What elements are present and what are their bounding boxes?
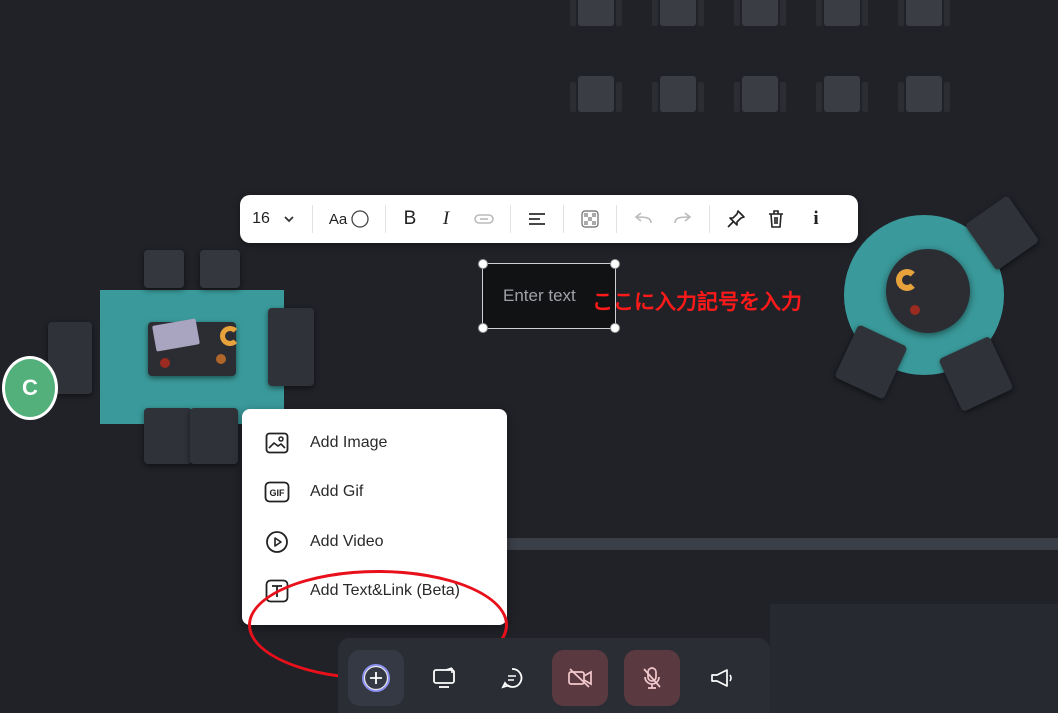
resize-handle-top-left[interactable] [478, 259, 488, 269]
camera-off-icon [568, 668, 592, 688]
bold-label: B [403, 208, 417, 229]
menu-item-label: Add Video [310, 533, 384, 550]
info-icon: i [813, 208, 819, 229]
chevron-down-icon [284, 216, 294, 223]
align-button[interactable] [517, 195, 557, 243]
avatar-initial: C [22, 375, 38, 400]
link-button[interactable] [464, 195, 504, 243]
bold-button[interactable]: B [392, 195, 428, 243]
menu-item-label: Add Image [310, 434, 388, 451]
color-circle-icon [351, 210, 369, 228]
chat-button[interactable] [484, 650, 540, 706]
resize-handle-top-right[interactable] [610, 259, 620, 269]
text-box-placeholder: Enter text [503, 286, 576, 305]
align-left-icon [529, 213, 545, 225]
virtual-office-canvas[interactable]: C 16 Aa B I i Enter text ここに入力記号を入力 Add … [0, 0, 1058, 713]
pin-icon [727, 210, 745, 228]
font-label: Aa [328, 210, 348, 228]
font-size-dropdown[interactable]: 16 [240, 195, 306, 243]
menu-item-add-image[interactable]: Add Image [264, 423, 387, 463]
menu-item-add-gif[interactable]: GIF Add Gif [264, 472, 363, 512]
mic-off-icon [643, 667, 661, 689]
megaphone-icon [711, 669, 732, 687]
italic-button[interactable]: I [428, 195, 464, 243]
right-meeting-area [834, 195, 1058, 415]
annotation-text: ここに入力記号を入力 [592, 291, 802, 314]
font-color-button[interactable]: Aa [319, 195, 379, 243]
screen-share-button[interactable] [416, 650, 472, 706]
avatar[interactable]: C [2, 356, 58, 420]
undo-icon [634, 212, 652, 224]
add-button[interactable] [348, 650, 404, 706]
menu-item-add-video[interactable]: Add Video [264, 522, 384, 562]
menu-item-label: Add Gif [310, 483, 364, 500]
video-play-icon [266, 531, 288, 553]
font-size-value: 16 [252, 210, 270, 227]
menu-item-label: Add Text&Link (Beta) [310, 582, 461, 599]
transparent-background-icon [581, 210, 599, 228]
bottom-control-bar [338, 638, 770, 713]
add-content-menu: Add Image GIF Add Gif Add Video Add Text… [242, 409, 507, 625]
image-icon [265, 432, 289, 454]
italic-label: I [442, 208, 450, 229]
redo-button[interactable] [663, 195, 703, 243]
chat-icon [501, 668, 523, 689]
plus-icon [362, 664, 390, 692]
chair-grid [560, 0, 960, 120]
menu-item-add-text-link[interactable]: Add Text&Link (Beta) [264, 571, 460, 611]
announce-button[interactable] [694, 650, 750, 706]
resize-handle-bottom-left[interactable] [478, 323, 488, 333]
screen-share-icon [433, 667, 455, 688]
text-format-toolbar: 16 Aa B I i [240, 195, 858, 243]
pin-button[interactable] [716, 195, 756, 243]
redo-icon [674, 212, 692, 224]
gif-icon: GIF [264, 481, 290, 503]
trash-icon [769, 210, 783, 228]
resize-handle-bottom-right[interactable] [610, 323, 620, 333]
svg-text:GIF: GIF [270, 488, 286, 498]
info-button[interactable]: i [796, 195, 836, 243]
room-divider [507, 538, 1058, 550]
microphone-button[interactable] [624, 650, 680, 706]
delete-button[interactable] [756, 195, 796, 243]
text-link-icon [265, 579, 289, 603]
link-icon [474, 214, 494, 224]
room-floor-panel [770, 604, 1058, 713]
camera-button[interactable] [552, 650, 608, 706]
undo-button[interactable] [623, 195, 663, 243]
background-button[interactable] [570, 195, 610, 243]
